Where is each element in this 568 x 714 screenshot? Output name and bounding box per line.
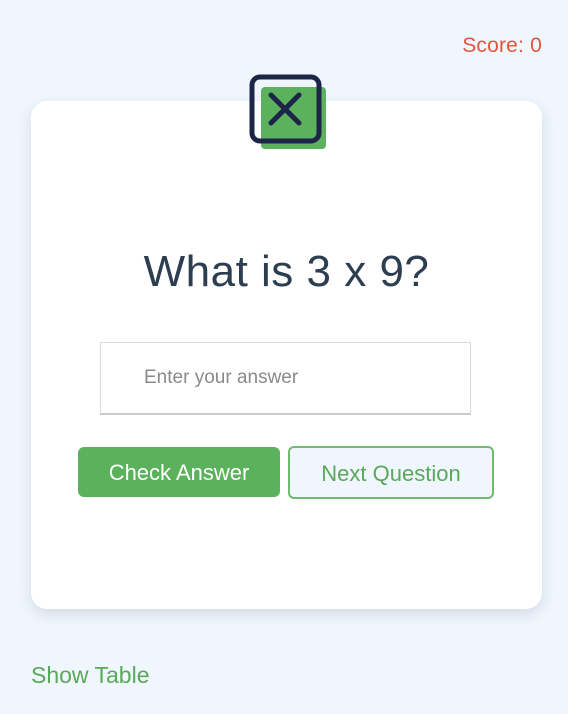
score-display: Score: 0 bbox=[462, 34, 542, 57]
quiz-card: What is 3 x 9? Check Answer Next Questio… bbox=[31, 101, 542, 609]
answer-input[interactable] bbox=[100, 342, 471, 415]
question-text: What is 3 x 9? bbox=[143, 247, 430, 296]
check-answer-button[interactable]: Check Answer bbox=[78, 447, 280, 497]
show-table-link[interactable]: Show Table bbox=[31, 662, 150, 689]
x-square-icon bbox=[249, 74, 329, 152]
next-question-button[interactable]: Next Question bbox=[288, 446, 494, 499]
